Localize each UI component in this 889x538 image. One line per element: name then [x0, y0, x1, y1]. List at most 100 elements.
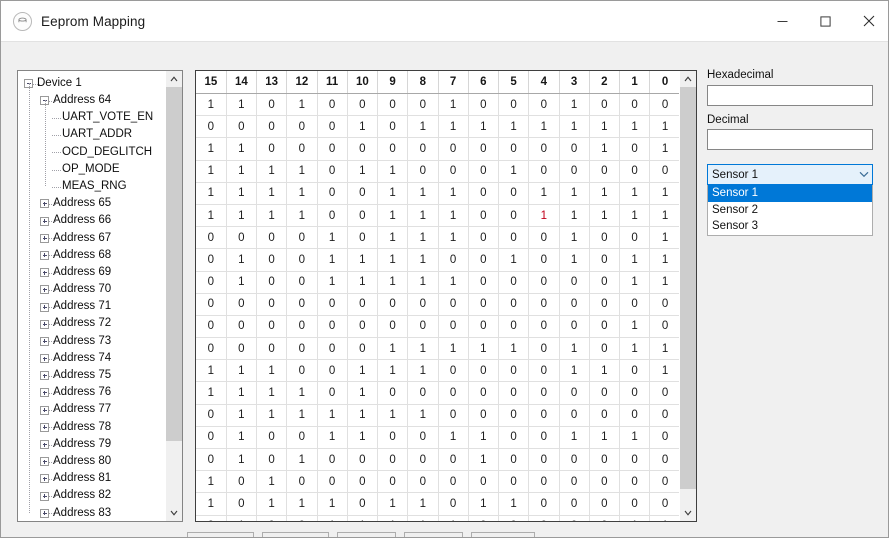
bit-cell[interactable]: 0 — [498, 204, 530, 228]
bit-cell[interactable]: 0 — [559, 137, 590, 161]
bit-cell[interactable]: 1 — [407, 337, 439, 361]
expand-icon[interactable] — [40, 457, 49, 467]
tree-node[interactable]: Address 70 — [18, 281, 165, 298]
bit-cell[interactable]: 0 — [528, 492, 560, 516]
tree-node[interactable]: Address 67 — [18, 230, 165, 247]
bit-cell[interactable]: 0 — [528, 248, 560, 272]
bit-cell[interactable]: 1 — [226, 248, 258, 272]
expand-icon[interactable] — [40, 354, 49, 364]
bit-cell[interactable]: 0 — [649, 426, 679, 450]
bit-cell[interactable]: 0 — [559, 492, 590, 516]
bit-cell[interactable]: 1 — [347, 404, 379, 427]
bit-cell[interactable]: 1 — [619, 271, 651, 294]
bit-cell[interactable]: 1 — [317, 492, 348, 516]
bit-cell[interactable]: 0 — [317, 115, 348, 139]
bit-cell[interactable]: 1 — [589, 182, 621, 205]
bit-cell[interactable]: 1 — [498, 248, 530, 272]
bit-cell[interactable]: 0 — [589, 226, 621, 250]
bit-cell[interactable]: 0 — [589, 448, 621, 472]
bit-cell[interactable]: 0 — [528, 337, 560, 361]
bit-cell[interactable]: 1 — [407, 226, 439, 250]
bit-cell[interactable]: 1 — [256, 404, 288, 427]
bit-cell[interactable]: 0 — [559, 315, 590, 339]
bit-cell[interactable]: 1 — [468, 448, 500, 472]
bit-cell[interactable]: 1 — [438, 93, 469, 117]
expand-icon[interactable] — [40, 474, 49, 484]
bit-cell[interactable]: 0 — [347, 315, 379, 339]
bit-cell[interactable]: 1 — [589, 115, 621, 139]
bit-cell[interactable]: 1 — [286, 404, 318, 427]
bit-cell[interactable]: 0 — [649, 470, 679, 494]
bit-cell[interactable]: 1 — [559, 204, 590, 228]
bit-cell[interactable]: 0 — [256, 337, 288, 361]
bit-cell[interactable]: 1 — [347, 359, 379, 383]
tree-node[interactable]: Address 77 — [18, 402, 165, 419]
bit-cell[interactable]: 0 — [528, 226, 560, 250]
bit-cell[interactable]: 0 — [559, 271, 590, 294]
tree-node[interactable]: Address 80 — [18, 453, 165, 470]
bit-cell[interactable]: 1 — [347, 515, 379, 521]
bit-cell[interactable]: 0 — [498, 93, 530, 117]
bit-cell[interactable]: 1 — [196, 359, 227, 383]
grid-scroll-up-icon[interactable] — [680, 71, 696, 87]
expand-icon[interactable] — [40, 268, 49, 278]
bit-cell[interactable]: 0 — [317, 381, 348, 405]
bit-cell[interactable]: 0 — [589, 404, 621, 427]
bit-cell[interactable]: 0 — [347, 448, 379, 472]
bit-cell[interactable]: 0 — [649, 93, 679, 117]
grid-scroll-down-icon[interactable] — [680, 505, 696, 521]
tree-node[interactable]: Address 66 — [18, 213, 165, 230]
bit-cell[interactable]: 1 — [438, 426, 469, 450]
bit-cell[interactable]: 0 — [649, 293, 679, 316]
bit-cell[interactable]: 1 — [196, 492, 227, 516]
bit-cell[interactable]: 0 — [498, 426, 530, 450]
bit-cell[interactable]: 0 — [649, 404, 679, 427]
minimize-button[interactable] — [761, 1, 804, 41]
bit-cell[interactable]: 0 — [498, 226, 530, 250]
bit-cell[interactable]: 0 — [196, 404, 227, 427]
tree-scroll-down-icon[interactable] — [166, 505, 182, 521]
bit-cell[interactable]: 0 — [256, 226, 288, 250]
bit-cell[interactable]: 1 — [468, 492, 500, 516]
bit-cell[interactable]: 0 — [498, 404, 530, 427]
bit-cell[interactable]: 0 — [286, 359, 318, 383]
bit-cell[interactable]: 0 — [317, 293, 348, 316]
bit-cell[interactable]: 1 — [649, 515, 679, 521]
tree-node[interactable]: Address 82 — [18, 488, 165, 505]
bit-cell[interactable]: 1 — [377, 337, 409, 361]
bit-cell[interactable]: 1 — [619, 115, 651, 139]
store-button[interactable]: Store — [404, 532, 463, 537]
bit-cell[interactable]: 0 — [619, 93, 651, 117]
bit-cell[interactable]: 1 — [649, 226, 679, 250]
expand-icon[interactable] — [40, 440, 49, 450]
bit-cell[interactable]: 0 — [377, 293, 409, 316]
expand-icon[interactable] — [40, 422, 49, 432]
bit-cell[interactable]: 1 — [649, 182, 679, 205]
bit-cell[interactable]: 0 — [407, 448, 439, 472]
sensor-option[interactable]: Sensor 1 — [708, 185, 872, 202]
tree-node[interactable]: OCD_DEGLITCH — [18, 144, 165, 161]
bit-cell[interactable]: 0 — [286, 115, 318, 139]
bit-cell[interactable]: 0 — [619, 359, 651, 383]
bit-cell[interactable]: 1 — [286, 381, 318, 405]
bit-cell[interactable]: 0 — [528, 293, 560, 316]
bit-cell[interactable]: 0 — [528, 160, 560, 183]
bit-cell[interactable]: 1 — [286, 492, 318, 516]
bit-cell[interactable]: 1 — [286, 182, 318, 205]
tree-node[interactable]: UART_VOTE_EN — [18, 109, 165, 126]
bit-cell[interactable]: 0 — [317, 337, 348, 361]
bit-cell[interactable]: 1 — [619, 182, 651, 205]
bit-cell[interactable]: 0 — [619, 448, 651, 472]
bit-cell[interactable]: 1 — [559, 93, 590, 117]
tree-node[interactable]: Address 72 — [18, 316, 165, 333]
bit-cell[interactable]: 1 — [377, 226, 409, 250]
bit-cell[interactable]: 1 — [377, 182, 409, 205]
bit-cell[interactable]: 1 — [256, 182, 288, 205]
bit-cell[interactable]: 0 — [196, 426, 227, 450]
bit-cell[interactable]: 0 — [317, 93, 348, 117]
bit-cell[interactable]: 0 — [619, 226, 651, 250]
bit-cell[interactable]: 0 — [649, 492, 679, 516]
bit-cell[interactable]: 1 — [528, 115, 560, 139]
bit-cell[interactable]: 0 — [438, 470, 469, 494]
bit-cell[interactable]: 0 — [286, 226, 318, 250]
